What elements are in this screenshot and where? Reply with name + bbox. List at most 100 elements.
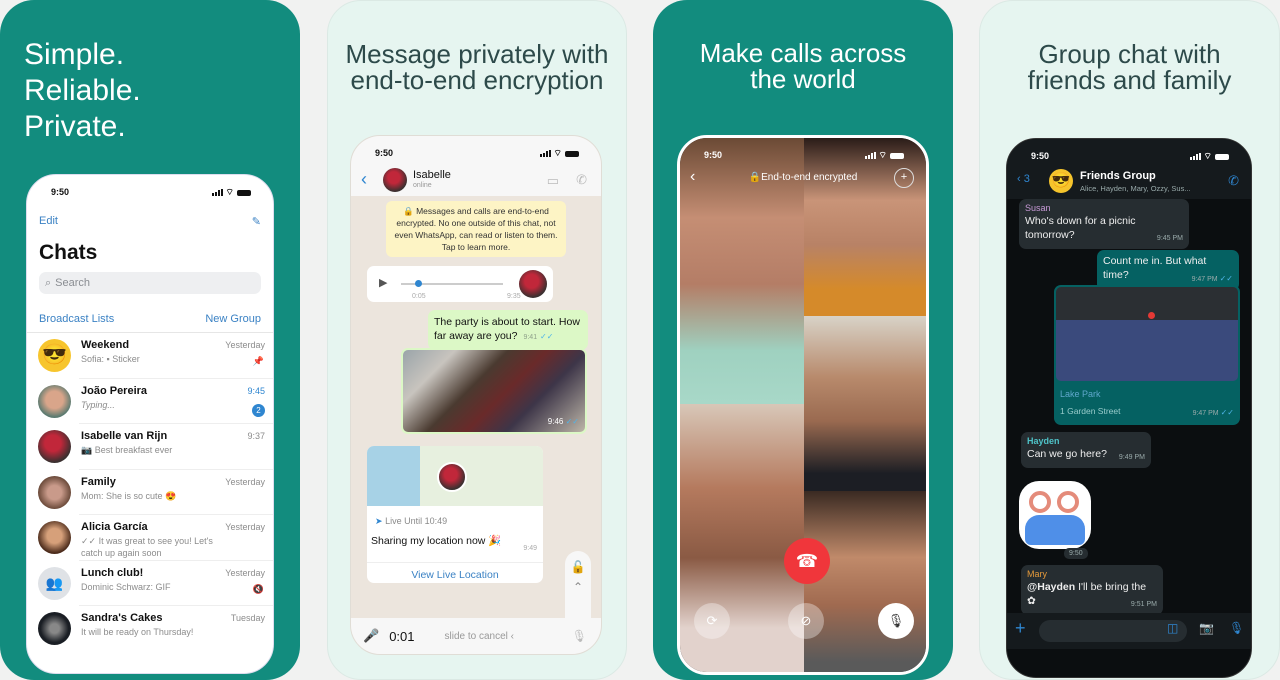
avatar bbox=[38, 612, 71, 645]
view-live-location-button[interactable]: View Live Location bbox=[367, 562, 543, 582]
chat-name: Alicia García bbox=[81, 521, 148, 533]
chat-preview: Mom: She is so cute 😍 bbox=[81, 490, 177, 501]
message-time: 9:41 bbox=[523, 334, 538, 341]
group-members: Alice, Hayden, Mary, Ozzy, Sus... bbox=[1080, 184, 1191, 193]
play-icon[interactable]: ▶ bbox=[379, 276, 387, 290]
avatar: 😎 bbox=[38, 339, 71, 372]
panel-simple: Simple. Reliable. Private. 9:50 ⌔ Edit ✎… bbox=[0, 0, 300, 680]
back-icon[interactable]: ‹ bbox=[361, 169, 367, 190]
photo-image[interactable]: 9:46 ✓✓ bbox=[403, 350, 585, 432]
incoming-message: Susan Who's down for a picnic tomorrow? … bbox=[1019, 199, 1189, 249]
encryption-notice[interactable]: 🔒 Messages and calls are end-to-end encr… bbox=[386, 201, 566, 257]
chat-item[interactable]: Family Mom: She is so cute 😍 Yesterday bbox=[38, 470, 273, 515]
panel-headline: Group chat with friends and family bbox=[980, 41, 1279, 93]
wifi-icon: ⌔ bbox=[225, 187, 234, 197]
message-time: 9:49 bbox=[523, 545, 537, 552]
pin-icon: 📌 bbox=[252, 356, 264, 366]
status-time: 9:50 bbox=[704, 150, 723, 160]
chat-time: Yesterday bbox=[225, 522, 265, 532]
message-time: 9:47 PM bbox=[1192, 410, 1219, 417]
group-avatar-icon: 👥 bbox=[38, 566, 71, 600]
sticker-icon[interactable]: ◫ bbox=[1167, 621, 1178, 635]
message-time: 9:35 bbox=[507, 293, 521, 300]
message-text: The party is about to start. How far awa… bbox=[434, 316, 580, 342]
headline-line: end-to-end encryption bbox=[350, 65, 604, 95]
chat-item[interactable]: 😎 Weekend Sofia: ▪ Sticker Yesterday 📌 bbox=[38, 333, 273, 379]
headline-line: Private. bbox=[24, 110, 126, 143]
wifi-icon: ⌔ bbox=[1203, 151, 1212, 161]
message-time: 9:46 bbox=[547, 417, 564, 426]
chat-preview: Dominic Schwarz: GIF bbox=[81, 581, 171, 592]
camera-icon[interactable]: 📷 bbox=[1199, 621, 1214, 635]
phone-icon[interactable]: ✆ bbox=[576, 172, 587, 188]
chat-name: Family bbox=[81, 475, 116, 488]
new-group-link[interactable]: New Group bbox=[205, 313, 261, 325]
chat-time: Tuesday bbox=[230, 613, 265, 623]
chats-phone: 9:50 ⌔ Edit ✎ Chats ⌕ Search Broadcast Li… bbox=[26, 174, 274, 674]
back-button[interactable]: ‹ 3 bbox=[1017, 173, 1030, 185]
avatar bbox=[38, 430, 71, 463]
chat-preview: It will be ready on Thursday! bbox=[81, 627, 194, 637]
search-input[interactable]: ⌕ Search bbox=[39, 272, 261, 294]
live-location-message: ➤ Live Until 10:49 Sharing my location n… bbox=[367, 446, 543, 583]
battery-icon bbox=[1215, 153, 1229, 160]
mic-icon[interactable]: 🎙 bbox=[1229, 621, 1244, 635]
sender-name: Mary bbox=[1027, 569, 1047, 579]
panel-headline: Make calls across the world bbox=[653, 40, 953, 92]
sticker-message[interactable] bbox=[1019, 481, 1091, 549]
read-ticks-icon: ✓✓ bbox=[565, 417, 579, 426]
chat-item[interactable]: 👥 Lunch club! Dominic Schwarz: GIF Yesterda… bbox=[38, 561, 273, 606]
add-call-icon[interactable]: ✆ bbox=[1228, 173, 1239, 189]
message-input[interactable] bbox=[1039, 620, 1187, 642]
contact-status: online bbox=[413, 182, 432, 189]
headline-line: Group chat with bbox=[1038, 39, 1221, 69]
recording-duration: 0:01 bbox=[389, 628, 415, 644]
chat-item[interactable]: João Pereira Typing... 9:45 2 bbox=[38, 379, 273, 424]
voice-scrubber[interactable] bbox=[415, 280, 422, 287]
video-tile[interactable] bbox=[804, 316, 926, 491]
map-preview[interactable] bbox=[1056, 287, 1238, 381]
mic-button-icon[interactable]: 🎙 bbox=[572, 629, 587, 643]
voice-message[interactable]: ▶ 0:05 9:35 bbox=[367, 266, 553, 302]
status-time: 9:50 bbox=[1031, 151, 1050, 161]
group-name[interactable]: Friends Group bbox=[1080, 170, 1156, 182]
slide-to-cancel[interactable]: slide to cancel ‹ bbox=[445, 631, 514, 642]
add-participant-icon[interactable]: + bbox=[894, 168, 914, 188]
flip-camera-button[interactable]: ⟳ bbox=[694, 603, 730, 639]
video-tile[interactable] bbox=[680, 404, 804, 672]
location-avatar bbox=[437, 462, 467, 492]
chat-item[interactable]: Isabelle van Rijn 📷 Best breakfast ever 9:… bbox=[38, 424, 273, 470]
headline-line: the world bbox=[750, 64, 856, 94]
mention[interactable]: @Hayden bbox=[1027, 581, 1075, 593]
mute-button[interactable]: 🎙 bbox=[878, 603, 914, 639]
chat-name: Isabelle van Rijn bbox=[81, 430, 168, 442]
group-avatar[interactable]: 😎 bbox=[1049, 169, 1073, 193]
photo-message[interactable]: 9:46 ✓✓ bbox=[401, 348, 587, 434]
contact-name[interactable]: Isabelle bbox=[413, 169, 451, 181]
message-time: 9:47 PM bbox=[1191, 276, 1218, 283]
group-call-phone: 9:50 ⌔ ‹ 🔒End-to-end encrypted + ☎ ⟳ ⊘ 🎙 bbox=[677, 135, 929, 675]
chat-item[interactable]: Sandra's Cakes It will be ready on Thursd… bbox=[38, 606, 273, 652]
compose-icon[interactable]: ✎ bbox=[252, 215, 261, 228]
map-preview[interactable] bbox=[367, 446, 543, 506]
video-off-button[interactable]: ⊘ bbox=[788, 603, 824, 639]
sender-name: Susan bbox=[1025, 203, 1051, 213]
headline-line: Simple. bbox=[24, 38, 125, 71]
chat-preview: 📷 Best breakfast ever bbox=[81, 445, 173, 455]
broadcast-lists-link[interactable]: Broadcast Lists bbox=[39, 313, 114, 325]
chevron-up-icon: ⌃ bbox=[572, 580, 584, 594]
video-tile[interactable] bbox=[804, 491, 926, 672]
battery-icon bbox=[890, 152, 904, 159]
message-time: 9:49 PM bbox=[1118, 454, 1145, 461]
chat-item[interactable]: Alicia García ✓✓ It was great to see you!… bbox=[38, 515, 273, 561]
chat-list: 😎 Weekend Sofia: ▪ Sticker Yesterday 📌 João … bbox=[27, 332, 273, 652]
contact-avatar[interactable] bbox=[383, 168, 407, 192]
location-message[interactable]: Lake Park 1 Garden Street 9:47 PM ✓✓ bbox=[1054, 285, 1240, 425]
avatar bbox=[38, 475, 71, 509]
plus-icon[interactable]: + bbox=[1015, 618, 1026, 639]
search-placeholder: Search bbox=[55, 277, 91, 289]
end-call-button[interactable]: ☎ bbox=[784, 538, 830, 584]
incoming-message: Hayden Can we go here? 9:49 PM bbox=[1021, 432, 1151, 468]
video-call-icon[interactable]: ▭ bbox=[547, 173, 559, 189]
edit-button[interactable]: Edit bbox=[39, 215, 58, 228]
